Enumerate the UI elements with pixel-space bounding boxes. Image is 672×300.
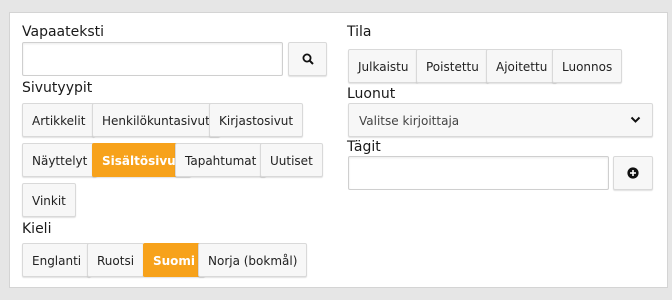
pagetype-button-uutiset[interactable]: Uutiset — [260, 143, 323, 177]
search-icon — [302, 53, 314, 65]
pagetype-button-tapahtumat[interactable]: Tapahtumat — [175, 143, 267, 177]
state-button-poistettu[interactable]: Poistettu — [416, 49, 489, 83]
tags-label: Tägit — [347, 139, 381, 155]
pagetype-button-vinkit[interactable]: Vinkit — [22, 183, 76, 217]
add-tag-button[interactable] — [613, 156, 653, 190]
state-label: Tila — [347, 24, 372, 40]
state-button-luonnos[interactable]: Luonnos — [552, 49, 623, 83]
search-button[interactable] — [288, 42, 327, 76]
tags-input[interactable] — [348, 156, 609, 190]
pagetypes-label: Sivutyypit — [22, 80, 93, 96]
filter-panel: Vapaateksti Sivutyypit Artikkelit Henkil… — [9, 12, 668, 288]
pagetype-button-kirjastosivut[interactable]: Kirjastosivut — [209, 103, 304, 137]
pagetype-button-artikkelit[interactable]: Artikkelit — [22, 103, 96, 137]
author-label: Luonut — [347, 86, 396, 102]
language-label: Kieli — [22, 221, 52, 237]
freetext-input[interactable] — [22, 42, 283, 76]
pagetype-button-henkilokuntasivut[interactable]: Henkilökuntasivut — [92, 103, 220, 137]
author-select[interactable]: Valitse kirjoittaja — [348, 103, 653, 137]
pagetype-button-nayttelyt[interactable]: Näyttelyt — [22, 143, 98, 177]
language-button-suomi[interactable]: Suomi — [143, 243, 206, 277]
language-button-englanti[interactable]: Englanti — [22, 243, 92, 277]
plus-circle-icon — [627, 167, 639, 179]
author-select-value: Valitse kirjoittaja — [359, 114, 460, 128]
language-button-norja[interactable]: Norja (bokmål) — [198, 243, 308, 277]
language-button-ruotsi[interactable]: Ruotsi — [87, 243, 145, 277]
state-button-ajoitettu[interactable]: Ajoitettu — [486, 49, 558, 83]
chevron-down-icon — [630, 116, 641, 123]
state-button-julkaistu[interactable]: Julkaistu — [348, 49, 419, 83]
freetext-label: Vapaateksti — [22, 24, 104, 40]
